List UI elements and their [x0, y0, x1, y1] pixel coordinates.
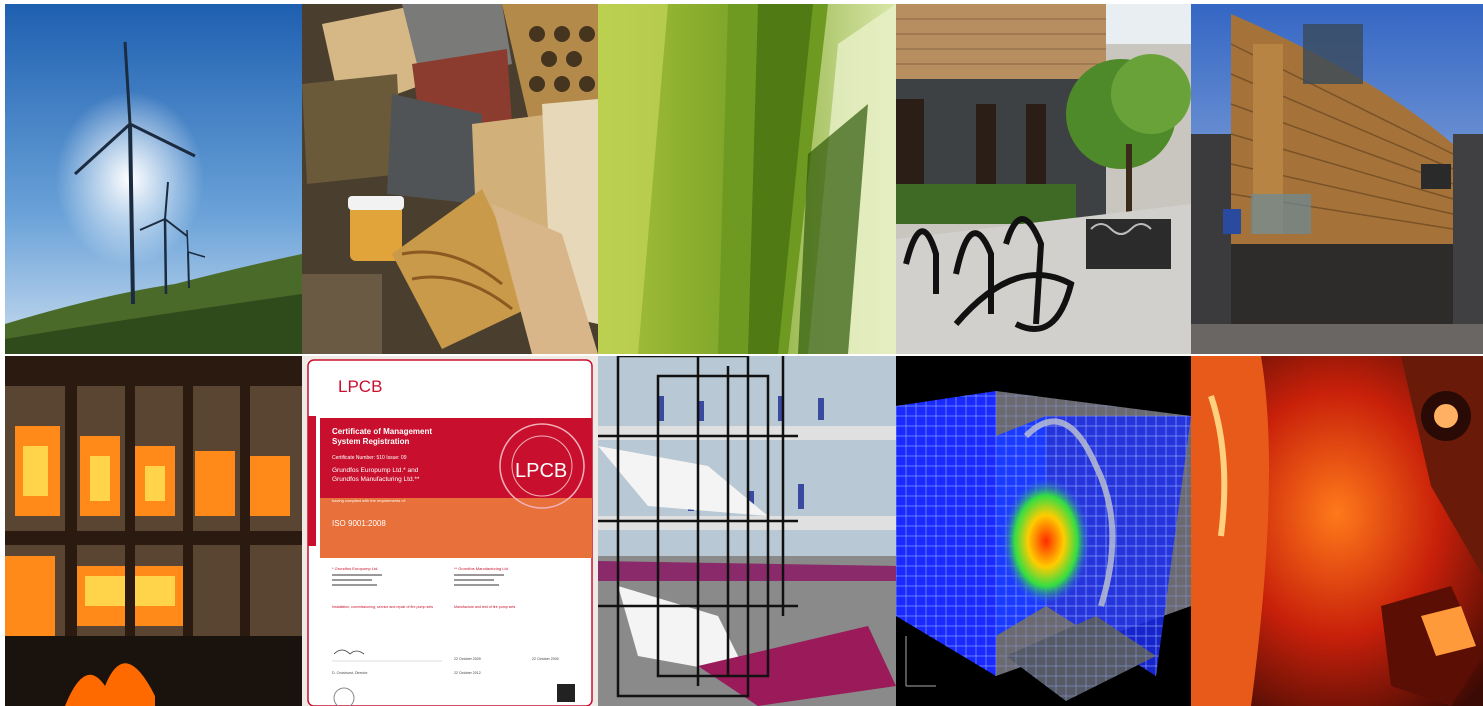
cert-title-1: Certificate of Management: [332, 427, 432, 436]
cert-complied: having complied with the requirements of…: [332, 498, 406, 503]
cert-date3: 22 October 2000: [532, 657, 559, 661]
fire-simulation-icon: [896, 356, 1191, 706]
tile-green-leaf: [598, 4, 896, 354]
cert-company-2: Grundfos Manufacturing Ltd.**: [332, 476, 420, 483]
cert-brand: LPCB: [338, 377, 382, 396]
cert-col1-scope: Installation, commissioning, service and…: [332, 605, 433, 609]
cert-date1: 22 October 2009: [454, 657, 481, 661]
cert-company-1: Grundfos Europump Ltd.* and: [332, 467, 419, 474]
green-leaf-icon: [598, 4, 896, 354]
material-samples-icon: [302, 4, 598, 354]
tile-wind-turbines: [5, 4, 302, 354]
timber-clad-building-icon: [1191, 4, 1483, 354]
tile-timber-building: [1191, 4, 1483, 354]
tile-atrium-render: [598, 356, 896, 706]
cert-col1-head: * Grundfos Europump Ltd.: [332, 566, 378, 571]
cert-col2-head: ** Grundfos Manufacturing Ltd.: [454, 566, 509, 571]
cert-number: Certificate Number: 510 Issue: 09: [332, 455, 407, 461]
atrium-render-icon: [598, 356, 896, 706]
cert-seal-brand: LPCB: [515, 460, 567, 482]
fire-closeup-icon: [1191, 356, 1483, 706]
tile-material-samples: [302, 4, 598, 354]
cert-standard: ISO 9001:2008: [332, 519, 386, 528]
cert-date2: 22 October 2012: [454, 671, 481, 675]
tile-fire-closeup: [1191, 356, 1483, 706]
tile-burning-building: [5, 356, 302, 706]
tile-bike-rack: [896, 4, 1191, 354]
cert-signatory: D. Crowhurst, Director: [332, 671, 368, 675]
tile-certificate: LPCB Certificate of Management System Re…: [302, 356, 598, 706]
cert-title-2: System Registration: [332, 437, 409, 446]
tile-fire-simulation: [896, 356, 1191, 706]
burning-building-icon: [5, 356, 302, 706]
certificate-document-icon: LPCB Certificate of Management System Re…: [302, 356, 598, 706]
qr-code-icon: [557, 684, 575, 702]
bike-rack-building-icon: [896, 4, 1191, 354]
cert-col2-scope: Manufacture and test of fire pump sets: [454, 605, 516, 609]
image-collage: LPCB Certificate of Management System Re…: [0, 0, 1483, 706]
wind-turbines-icon: [5, 4, 302, 354]
